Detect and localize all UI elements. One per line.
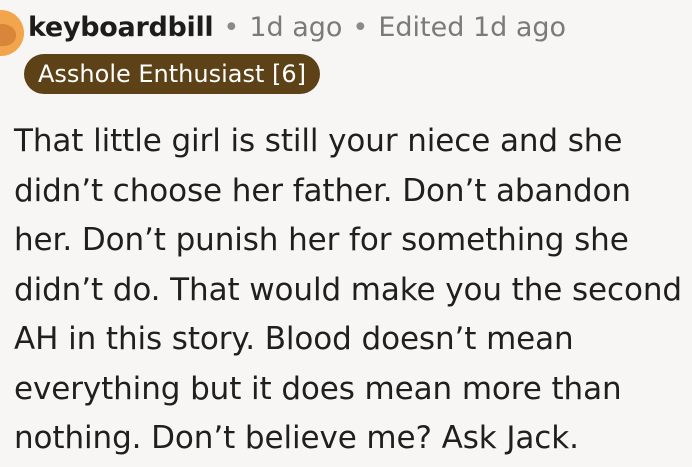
comment-header: keyboardbill • 1d ago • Edited 1d ago — [28, 9, 566, 45]
avatar[interactable] — [0, 10, 24, 56]
edited-label: Edited 1d ago — [378, 11, 567, 43]
comment-body: That little girl is still your niece and… — [14, 123, 682, 456]
avatar-icon — [0, 24, 16, 46]
username-link[interactable]: keyboardbill — [28, 12, 214, 43]
separator-dot: • — [223, 11, 240, 43]
separator-dot: • — [352, 11, 369, 43]
user-flair-badge: Asshole Enthusiast [6] — [24, 54, 321, 94]
comment-age: 1d ago — [249, 11, 343, 43]
